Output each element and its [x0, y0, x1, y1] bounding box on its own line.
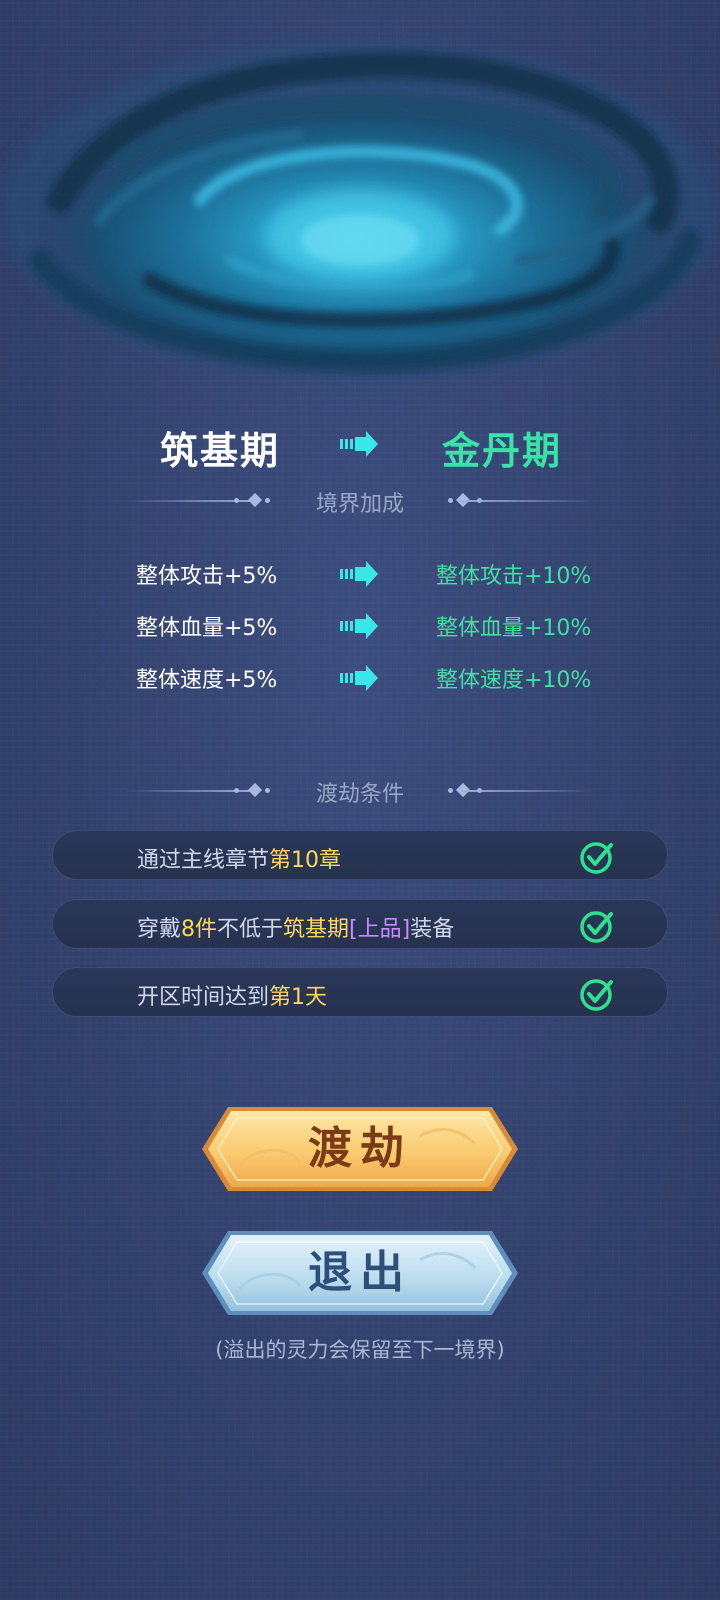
- condition-section-title: 渡劫条件: [315, 782, 404, 807]
- condition-text: 开区时间达到第1天: [137, 985, 328, 1010]
- condition-text: 通过主线章节第10章: [137, 848, 342, 873]
- arrow-right-icon: [340, 613, 378, 639]
- bonus-row: 整体血量+5% 整体血量+10%: [0, 606, 720, 646]
- bonus-current: 整体速度+5%: [136, 668, 278, 693]
- condition-row-chapter: 通过主线章节第10章: [52, 830, 668, 880]
- exit-button[interactable]: 退出: [200, 1228, 520, 1318]
- bonus-section-title: 境界加成: [315, 492, 404, 517]
- arrow-right-icon: [340, 665, 378, 691]
- cross-tribulation-button[interactable]: 渡劫: [200, 1104, 520, 1194]
- check-circle-icon: [580, 842, 613, 874]
- condition-row-server-days: 开区时间达到第1天: [52, 967, 668, 1017]
- bonus-next: 整体攻击+10%: [436, 564, 592, 589]
- vortex-artwork: [0, 40, 720, 380]
- bonus-divider: 境界加成: [0, 486, 720, 517]
- bonus-current: 整体血量+5%: [136, 616, 278, 641]
- realm-transition: 筑基期 金丹期: [0, 420, 720, 484]
- check-circle-icon: [580, 979, 613, 1011]
- arrow-right-icon: [340, 561, 378, 587]
- condition-row-equipment: 穿戴8件不低于筑基期[上品]装备: [52, 899, 668, 949]
- bonus-next: 整体速度+10%: [436, 668, 592, 693]
- bonus-next: 整体血量+10%: [436, 616, 592, 641]
- condition-text: 穿戴8件不低于筑基期[上品]装备: [137, 917, 455, 942]
- current-realm: 筑基期: [160, 429, 281, 473]
- exit-label: 退出: [308, 1247, 412, 1298]
- next-realm: 金丹期: [442, 429, 563, 473]
- overflow-footnote: (溢出的灵力会保留至下一境界): [215, 1338, 505, 1362]
- arrow-right-icon: [340, 431, 378, 457]
- condition-divider: 渡劫条件: [0, 776, 720, 807]
- bonus-row: 整体攻击+5% 整体攻击+10%: [0, 554, 720, 594]
- bonus-row: 整体速度+5% 整体速度+10%: [0, 658, 720, 698]
- bonus-current: 整体攻击+5%: [136, 564, 278, 589]
- cross-tribulation-label: 渡劫: [308, 1123, 412, 1174]
- check-circle-icon: [580, 911, 613, 943]
